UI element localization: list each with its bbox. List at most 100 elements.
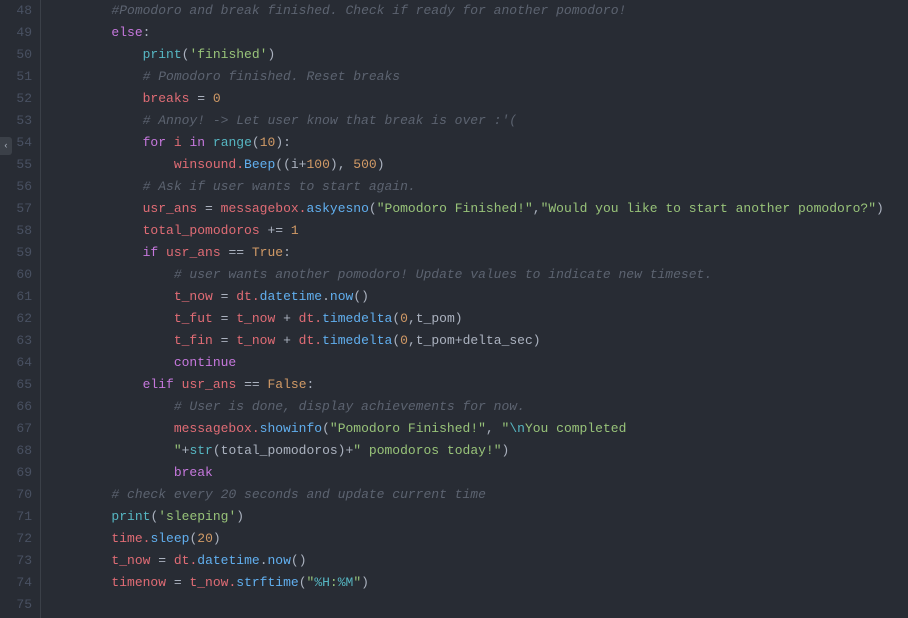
token: " pomodoros today!" bbox=[353, 443, 501, 458]
token: ) bbox=[876, 201, 884, 216]
token: usr_ans bbox=[143, 201, 205, 216]
code-line[interactable]: print('finished') bbox=[49, 44, 908, 66]
code-line[interactable]: usr_ans = messagebox.askyesno("Pomodoro … bbox=[49, 198, 908, 220]
code-line[interactable]: t_fin = t_now + dt.timedelta(0,t_pom+del… bbox=[49, 330, 908, 352]
token: ( bbox=[392, 333, 400, 348]
token: "Pomodoro Finished!" bbox=[377, 201, 533, 216]
token: else bbox=[111, 25, 142, 40]
line-number: 72 bbox=[0, 528, 32, 550]
token: askyesno bbox=[306, 201, 368, 216]
token: sleep bbox=[150, 531, 189, 546]
line-number: 69 bbox=[0, 462, 32, 484]
token: ,t_pom) bbox=[408, 311, 463, 326]
token: # Pomodoro finished. Reset breaks bbox=[143, 69, 400, 84]
token: now bbox=[330, 289, 353, 304]
token: = bbox=[205, 201, 213, 216]
code-line[interactable]: elif usr_ans == False: bbox=[49, 374, 908, 396]
token: elif bbox=[143, 377, 174, 392]
code-line[interactable]: messagebox.showinfo("Pomodoro Finished!"… bbox=[49, 418, 908, 440]
token: showinfo bbox=[260, 421, 322, 436]
token: ( bbox=[322, 421, 330, 436]
token: #Pomodoro and break finished. Check if r… bbox=[111, 3, 626, 18]
code-line[interactable]: continue bbox=[49, 352, 908, 374]
line-number: 70 bbox=[0, 484, 32, 506]
token: , bbox=[533, 201, 541, 216]
code-line[interactable]: #Pomodoro and break finished. Check if r… bbox=[49, 0, 908, 22]
line-number: 52 bbox=[0, 88, 32, 110]
token: break bbox=[174, 465, 213, 480]
code-line[interactable]: "+str(total_pomodoros)+" pomodoros today… bbox=[49, 440, 908, 462]
token: timedelta bbox=[322, 311, 392, 326]
token bbox=[205, 91, 213, 106]
line-number: 58 bbox=[0, 220, 32, 242]
token: 20 bbox=[197, 531, 213, 546]
token: ( bbox=[392, 311, 400, 326]
token: ( bbox=[299, 575, 307, 590]
line-number: 65 bbox=[0, 374, 32, 396]
code-line[interactable]: for i in range(10): bbox=[49, 132, 908, 154]
token: ) bbox=[213, 531, 221, 546]
code-line[interactable]: # Annoy! -> Let user know that break is … bbox=[49, 110, 908, 132]
token bbox=[283, 223, 291, 238]
token: %M bbox=[338, 575, 354, 590]
token: ((i bbox=[275, 157, 298, 172]
token: ) bbox=[502, 443, 510, 458]
token: 100 bbox=[306, 157, 329, 172]
line-number: 56 bbox=[0, 176, 32, 198]
code-line[interactable]: t_fut = t_now + dt.timedelta(0,t_pom) bbox=[49, 308, 908, 330]
code-line[interactable]: # Pomodoro finished. Reset breaks bbox=[49, 66, 908, 88]
code-line[interactable]: # Ask if user wants to start again. bbox=[49, 176, 908, 198]
token: # User is done, display achievements for… bbox=[174, 399, 525, 414]
code-line[interactable]: t_now = dt.datetime.now() bbox=[49, 286, 908, 308]
token: usr_ans bbox=[174, 377, 244, 392]
code-line[interactable]: breaks = 0 bbox=[49, 88, 908, 110]
token: if bbox=[143, 245, 159, 260]
code-line[interactable]: t_now = dt.datetime.now() bbox=[49, 550, 908, 572]
code-line[interactable]: time.sleep(20) bbox=[49, 528, 908, 550]
token: 10 bbox=[260, 135, 276, 150]
line-number: 61 bbox=[0, 286, 32, 308]
code-area[interactable]: #Pomodoro and break finished. Check if r… bbox=[41, 0, 908, 618]
token: print bbox=[111, 509, 150, 524]
token: " bbox=[174, 443, 182, 458]
chevron-left-icon: ‹ bbox=[3, 135, 8, 157]
code-line[interactable] bbox=[49, 594, 908, 616]
token: dt. bbox=[291, 311, 322, 326]
token: t_fut bbox=[174, 311, 221, 326]
code-line[interactable]: # user wants another pomodoro! Update va… bbox=[49, 264, 908, 286]
code-line[interactable]: timenow = t_now.strftime("%H:%M") bbox=[49, 572, 908, 594]
token: True bbox=[252, 245, 283, 260]
code-line[interactable]: if usr_ans == True: bbox=[49, 242, 908, 264]
code-line[interactable]: break bbox=[49, 462, 908, 484]
token: + bbox=[455, 333, 463, 348]
code-line[interactable]: else: bbox=[49, 22, 908, 44]
token: += bbox=[267, 223, 283, 238]
code-line[interactable]: print('sleeping') bbox=[49, 506, 908, 528]
token: now bbox=[268, 553, 291, 568]
code-line[interactable]: # check every 20 seconds and update curr… bbox=[49, 484, 908, 506]
code-line[interactable]: # User is done, display achievements for… bbox=[49, 396, 908, 418]
fold-handle[interactable]: ‹ bbox=[0, 137, 12, 155]
line-number: 67 bbox=[0, 418, 32, 440]
line-number: 64 bbox=[0, 352, 32, 374]
token: ( bbox=[369, 201, 377, 216]
code-line[interactable]: total_pomodoros += 1 bbox=[49, 220, 908, 242]
token: : bbox=[330, 575, 338, 590]
line-number: 59 bbox=[0, 242, 32, 264]
code-line[interactable]: winsound.Beep((i+100), 500) bbox=[49, 154, 908, 176]
token: total_pomodoros bbox=[143, 223, 268, 238]
line-number: 57 bbox=[0, 198, 32, 220]
token: str bbox=[189, 443, 212, 458]
token: winsound. bbox=[174, 157, 244, 172]
token: ) bbox=[361, 575, 369, 590]
token: : bbox=[283, 245, 291, 260]
token: i bbox=[174, 135, 182, 150]
token: messagebox. bbox=[213, 201, 307, 216]
code-editor[interactable]: 4849505152535455565758596061626364656667… bbox=[0, 0, 908, 618]
token: (total_pomodoros) bbox=[213, 443, 346, 458]
token: dt. bbox=[291, 333, 322, 348]
token: 'finished' bbox=[189, 47, 267, 62]
line-number: 66 bbox=[0, 396, 32, 418]
token: for bbox=[143, 135, 166, 150]
token: t_now bbox=[228, 333, 283, 348]
